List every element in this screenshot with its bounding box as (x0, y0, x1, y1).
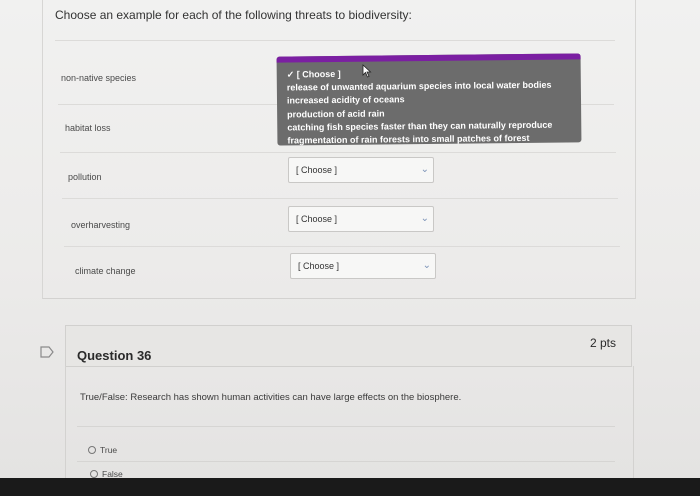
option-false-label: False (102, 469, 123, 478)
option-true-label: True (100, 445, 118, 455)
divider (77, 461, 615, 462)
threat-label-overharvesting: overharvesting (71, 220, 131, 230)
divider (77, 426, 615, 427)
threat-label-habitat-loss: habitat loss (65, 123, 111, 133)
divider (64, 246, 620, 247)
select-value: [ Choose ] (296, 165, 338, 175)
question-prompt: Choose an example for each of the follow… (55, 8, 412, 22)
select-value: [ Choose ] (298, 261, 340, 271)
question-points: 2 pts (590, 336, 617, 350)
screen: Choose an example for each of the follow… (0, 0, 700, 478)
chevron-down-icon: ⌄ (420, 164, 429, 175)
dropdown-menu-open[interactable]: ✓ [ Choose ] release of unwanted aquariu… (276, 53, 582, 146)
screen-bezel (0, 478, 700, 496)
threat-label-non-native: non-native species (61, 73, 137, 83)
question-text: True/False: Research has shown human act… (80, 392, 462, 403)
mouse-pointer-icon (362, 64, 372, 78)
chevron-down-icon: ⌄ (422, 260, 431, 271)
divider (60, 152, 616, 153)
select-value: [ Choose ] (296, 214, 338, 224)
pollution-select[interactable]: [ Choose ] ⌄ (288, 157, 434, 183)
divider (55, 40, 615, 41)
climate-change-select[interactable]: [ Choose ] ⌄ (290, 253, 436, 279)
threat-label-pollution: pollution (68, 172, 102, 182)
threat-label-climate-change: climate change (75, 266, 136, 276)
divider (62, 198, 618, 199)
overharvesting-select[interactable]: [ Choose ] ⌄ (288, 206, 434, 232)
flag-icon[interactable] (40, 346, 54, 358)
radio-true[interactable] (88, 446, 96, 454)
chevron-down-icon: ⌄ (420, 213, 429, 224)
question-title: Question 36 (77, 348, 152, 363)
radio-false[interactable] (90, 470, 98, 478)
